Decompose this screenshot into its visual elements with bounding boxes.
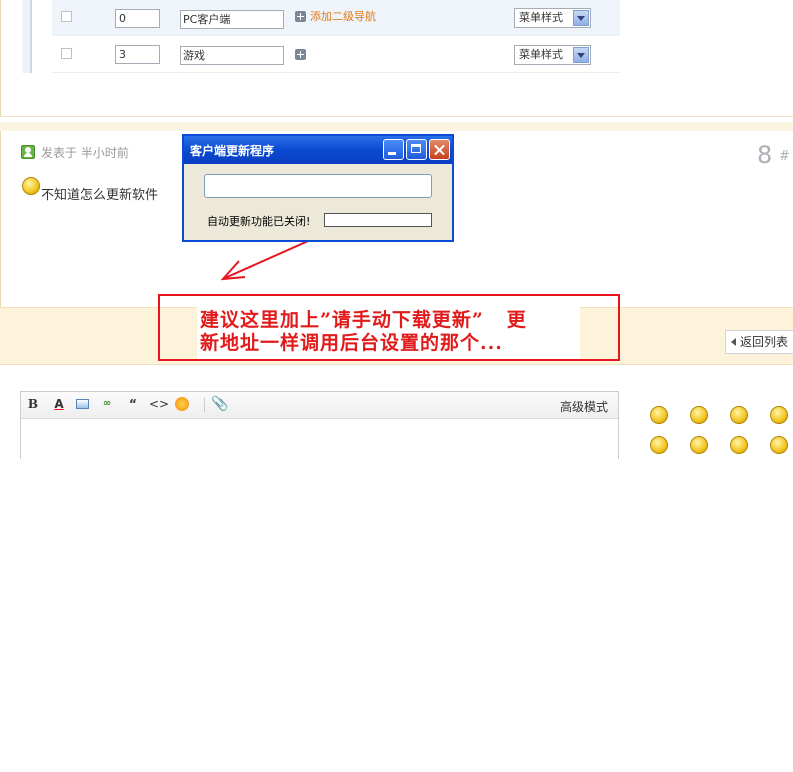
menu-style-value: 菜单样式 bbox=[519, 48, 563, 61]
advanced-mode-link[interactable]: 高级模式 bbox=[560, 398, 608, 415]
user-icon bbox=[21, 145, 35, 159]
smiley-icon[interactable] bbox=[650, 436, 668, 454]
post-divider bbox=[0, 122, 793, 131]
annotation-line-2: 新地址一样调用后台设置的那个... bbox=[200, 332, 503, 354]
dropdown-arrow-icon[interactable] bbox=[573, 10, 589, 26]
smiley-icon[interactable] bbox=[690, 436, 708, 454]
menu-style-select[interactable]: 菜单样式 bbox=[514, 45, 591, 65]
smiley-icon[interactable] bbox=[730, 436, 748, 454]
post-time: 发表于 半小时前 bbox=[41, 146, 129, 160]
smiley-icon[interactable] bbox=[650, 406, 668, 424]
plus-icon[interactable] bbox=[295, 11, 306, 22]
smiley-icon[interactable] bbox=[770, 406, 788, 424]
nav-name-input[interactable]: PC客户端 bbox=[180, 10, 284, 29]
row-checkbox[interactable] bbox=[61, 11, 72, 22]
close-icon[interactable] bbox=[429, 139, 450, 160]
dialog-status: 自动更新功能已关闭! bbox=[207, 215, 311, 228]
progress-bar bbox=[324, 213, 432, 227]
quote-button[interactable]: “ bbox=[125, 396, 141, 412]
link-button[interactable]: ∞ bbox=[99, 396, 115, 412]
table-row: 3 游戏 菜单样式 bbox=[52, 37, 620, 73]
order-input[interactable]: 3 bbox=[115, 45, 160, 64]
sad-face-icon bbox=[22, 177, 40, 195]
table-row: 0 PC客户端 添加二级导航 菜单样式 bbox=[52, 0, 620, 36]
back-to-list-button[interactable]: 返回列表 bbox=[725, 330, 793, 354]
floor-hash: # bbox=[779, 149, 790, 164]
smiley-icon[interactable] bbox=[690, 406, 708, 424]
table-left-strip bbox=[22, 0, 32, 73]
update-dialog: 客户端更新程序 自动更新功能已关闭! bbox=[182, 134, 454, 242]
post-text: 不知道怎么更新软件 bbox=[41, 188, 159, 203]
code-button[interactable]: <> bbox=[149, 396, 169, 412]
dropdown-arrow-icon[interactable] bbox=[573, 47, 589, 63]
order-input[interactable]: 0 bbox=[115, 9, 160, 28]
row-checkbox[interactable] bbox=[61, 48, 72, 59]
floor-number[interactable]: 8 bbox=[757, 141, 772, 169]
dialog-input[interactable] bbox=[204, 174, 432, 198]
toolbar-divider bbox=[204, 398, 205, 412]
minimize-icon[interactable] bbox=[383, 139, 404, 160]
menu-style-select[interactable]: 菜单样式 bbox=[514, 8, 591, 28]
attachment-button[interactable]: 📎 bbox=[211, 396, 228, 412]
emoji-icon[interactable] bbox=[174, 396, 190, 412]
bold-button[interactable]: B bbox=[25, 396, 41, 412]
smiley-icon[interactable] bbox=[730, 406, 748, 424]
nav-name-input[interactable]: 游戏 bbox=[180, 46, 284, 65]
editor-toolbar: B A ∞ “ <> 📎 高级模式 bbox=[21, 392, 618, 419]
blank-area bbox=[0, 459, 793, 772]
font-color-button[interactable]: A bbox=[51, 396, 67, 412]
maximize-icon[interactable] bbox=[406, 139, 427, 160]
image-icon[interactable] bbox=[75, 396, 91, 412]
dialog-titlebar[interactable]: 客户端更新程序 bbox=[184, 136, 452, 164]
dialog-title: 客户端更新程序 bbox=[190, 144, 275, 158]
plus-icon[interactable] bbox=[295, 49, 306, 60]
smiley-icon[interactable] bbox=[770, 436, 788, 454]
menu-style-value: 菜单样式 bbox=[519, 11, 563, 24]
add-subnav-link[interactable]: 添加二级导航 bbox=[310, 10, 376, 24]
back-to-list-label: 返回列表 bbox=[740, 335, 789, 349]
